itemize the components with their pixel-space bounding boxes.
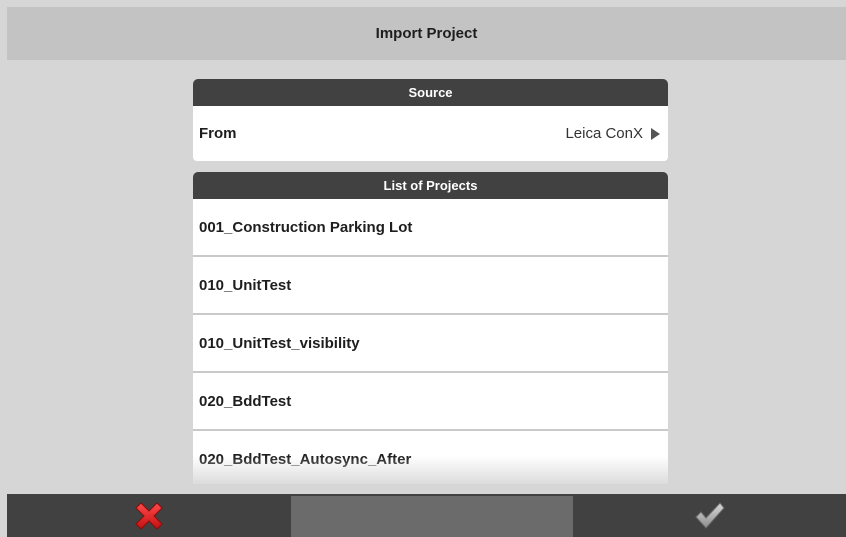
source-from-label: From bbox=[199, 125, 237, 142]
chevron-right-icon bbox=[651, 127, 660, 140]
project-list-item[interactable]: 020_BddTest bbox=[193, 373, 668, 431]
bottom-action-bar bbox=[7, 494, 846, 537]
title-bar: Import Project bbox=[7, 7, 846, 60]
project-list-item[interactable]: 020_BddTest_Autosync_After bbox=[193, 431, 668, 484]
projects-list[interactable]: 001_Construction Parking Lot 010_UnitTes… bbox=[193, 199, 668, 484]
source-from-value-wrap: Leica ConX bbox=[565, 125, 660, 142]
project-list-item[interactable]: 010_UnitTest bbox=[193, 257, 668, 315]
confirm-button[interactable] bbox=[573, 494, 846, 537]
source-from-value: Leica ConX bbox=[565, 125, 643, 142]
project-list-item[interactable]: 010_UnitTest_visibility bbox=[193, 315, 668, 373]
source-panel: Source From Leica ConX bbox=[193, 79, 668, 161]
projects-panel: List of Projects 001_Construction Parkin… bbox=[193, 172, 668, 484]
projects-section-header: List of Projects bbox=[193, 172, 668, 199]
page-title: Import Project bbox=[375, 25, 478, 42]
project-list-item[interactable]: 001_Construction Parking Lot bbox=[193, 199, 668, 257]
middle-empty-button[interactable] bbox=[291, 496, 573, 537]
source-section-header: Source bbox=[193, 79, 668, 106]
checkmark-icon bbox=[694, 501, 725, 529]
cancel-button[interactable] bbox=[7, 494, 291, 537]
close-icon bbox=[135, 501, 163, 530]
source-from-row[interactable]: From Leica ConX bbox=[193, 106, 668, 161]
